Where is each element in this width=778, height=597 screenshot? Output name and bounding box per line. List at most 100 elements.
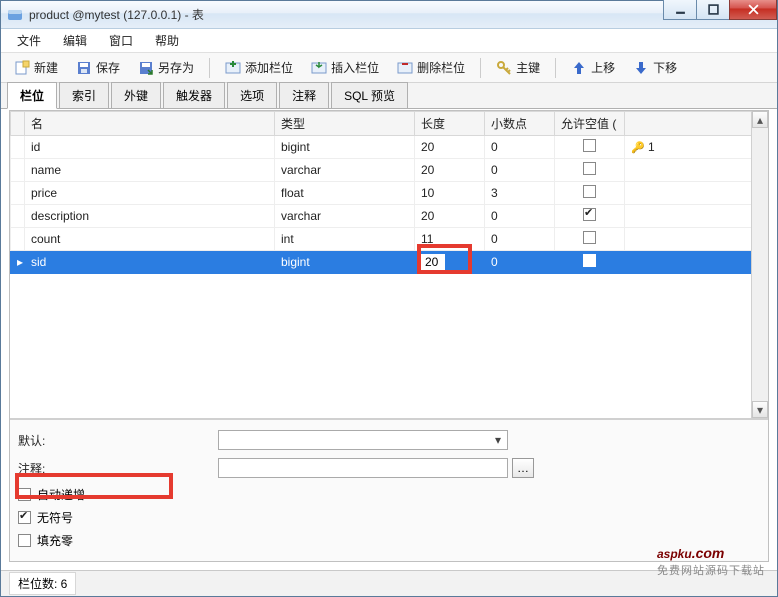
col-decimals[interactable]: 小数点: [485, 112, 555, 136]
nullable-checkbox[interactable]: [583, 254, 596, 267]
separator: [209, 58, 210, 78]
status-fieldcount: 栏位数: 6: [9, 572, 76, 595]
save-button[interactable]: 保存: [69, 55, 127, 80]
cell-nullable[interactable]: [555, 159, 625, 182]
primarykey-button[interactable]: 主键: [489, 55, 547, 80]
minimize-button[interactable]: [663, 0, 697, 20]
primarykey-icon: 🔑: [631, 142, 645, 154]
cell-nullable[interactable]: [555, 228, 625, 251]
table-row[interactable]: ▸sidbigint200: [11, 251, 768, 274]
separator: [555, 58, 556, 78]
default-label: 默认:: [18, 432, 218, 449]
tab-comment[interactable]: 注释: [279, 82, 329, 108]
addfield-button[interactable]: 添加栏位: [218, 55, 300, 80]
table-row[interactable]: idbigint200🔑 1: [11, 136, 768, 159]
menu-help[interactable]: 帮助: [145, 29, 189, 52]
tab-options[interactable]: 选项: [227, 82, 277, 108]
zerofill-checkbox[interactable]: [18, 534, 31, 547]
cell-decimals[interactable]: 0: [485, 205, 555, 228]
statusbar: 栏位数: 6: [1, 570, 777, 596]
cell-length[interactable]: 20: [415, 159, 485, 182]
table-row[interactable]: namevarchar200: [11, 159, 768, 182]
cell-type[interactable]: float: [275, 182, 415, 205]
new-button[interactable]: 新建: [7, 55, 65, 80]
scroll-down-button[interactable]: ▾: [752, 401, 768, 418]
cell-nullable[interactable]: [555, 205, 625, 228]
insertfield-button[interactable]: 插入栏位: [304, 55, 386, 80]
table-row[interactable]: countint110: [11, 228, 768, 251]
tab-triggers[interactable]: 触发器: [163, 82, 225, 108]
tab-fields[interactable]: 栏位: [7, 82, 57, 109]
unsigned-checkbox[interactable]: [18, 511, 31, 524]
default-input[interactable]: [218, 430, 508, 450]
cell-name[interactable]: id: [25, 136, 275, 159]
window-title: product @mytest (127.0.0.1) - 表: [29, 6, 204, 23]
cell-name[interactable]: name: [25, 159, 275, 182]
fields-grid-wrap: 名 类型 长度 小数点 允许空值 ( idbigint200🔑 1namevar…: [10, 111, 768, 418]
cell-name[interactable]: count: [25, 228, 275, 251]
comment-label: 注释:: [18, 460, 218, 477]
scroll-track[interactable]: [752, 128, 768, 401]
cell-nullable[interactable]: [555, 136, 625, 159]
table-row[interactable]: pricefloat103: [11, 182, 768, 205]
menu-window[interactable]: 窗口: [99, 29, 143, 52]
cell-length[interactable]: 20: [415, 136, 485, 159]
col-name[interactable]: 名: [25, 112, 275, 136]
cell-decimals[interactable]: 0: [485, 251, 555, 274]
cell-type[interactable]: bigint: [275, 251, 415, 274]
cell-length[interactable]: 11: [415, 228, 485, 251]
cell-type[interactable]: varchar: [275, 205, 415, 228]
menubar: 文件 编辑 窗口 帮助: [1, 29, 777, 53]
tab-sqlpreview[interactable]: SQL 预览: [331, 82, 408, 108]
cell-extra: [625, 205, 768, 228]
close-button[interactable]: [729, 0, 777, 20]
table-row[interactable]: descriptionvarchar200: [11, 205, 768, 228]
cell-name[interactable]: price: [25, 182, 275, 205]
comment-input[interactable]: [218, 458, 508, 478]
saveas-button[interactable]: 另存为: [131, 55, 201, 80]
new-icon: [14, 60, 30, 76]
col-length[interactable]: 长度: [415, 112, 485, 136]
col-type[interactable]: 类型: [275, 112, 415, 136]
tab-indexes[interactable]: 索引: [59, 82, 109, 108]
col-nullable[interactable]: 允许空值 (: [555, 112, 625, 136]
nullable-checkbox[interactable]: [583, 208, 596, 221]
cell-length[interactable]: 20: [415, 251, 485, 274]
nullable-checkbox[interactable]: [583, 139, 596, 152]
movedown-button[interactable]: 下移: [626, 55, 684, 80]
vertical-scrollbar[interactable]: ▴ ▾: [751, 111, 768, 418]
cell-decimals[interactable]: 0: [485, 159, 555, 182]
cell-decimals[interactable]: 0: [485, 136, 555, 159]
addfield-icon: [225, 60, 241, 76]
cell-type[interactable]: varchar: [275, 159, 415, 182]
menu-edit[interactable]: 编辑: [53, 29, 97, 52]
cell-type[interactable]: bigint: [275, 136, 415, 159]
maximize-button[interactable]: [696, 0, 730, 20]
cell-nullable[interactable]: [555, 182, 625, 205]
cell-name[interactable]: sid: [25, 251, 275, 274]
nullable-checkbox[interactable]: [583, 231, 596, 244]
arrow-up-icon: [571, 60, 587, 76]
fields-grid[interactable]: 名 类型 长度 小数点 允许空值 ( idbigint200🔑 1namevar…: [10, 111, 768, 274]
scroll-up-button[interactable]: ▴: [752, 111, 768, 128]
cell-extra: [625, 159, 768, 182]
comment-more-button[interactable]: …: [512, 458, 534, 478]
saveas-icon: [138, 60, 154, 76]
cell-name[interactable]: description: [25, 205, 275, 228]
menu-file[interactable]: 文件: [7, 29, 51, 52]
cell-length[interactable]: 10: [415, 182, 485, 205]
tab-foreignkeys[interactable]: 外键: [111, 82, 161, 108]
delfield-button[interactable]: 删除栏位: [390, 55, 472, 80]
cell-type[interactable]: int: [275, 228, 415, 251]
moveup-button[interactable]: 上移: [564, 55, 622, 80]
nullable-checkbox[interactable]: [583, 185, 596, 198]
cell-decimals[interactable]: 0: [485, 228, 555, 251]
cell-nullable[interactable]: [555, 251, 625, 274]
autoinc-checkbox[interactable]: [18, 488, 31, 501]
dropdown-icon[interactable]: ▾: [490, 432, 506, 448]
app-icon: [7, 7, 23, 23]
autoinc-label: 自动递增: [37, 486, 85, 503]
cell-length[interactable]: 20: [415, 205, 485, 228]
cell-decimals[interactable]: 3: [485, 182, 555, 205]
nullable-checkbox[interactable]: [583, 162, 596, 175]
